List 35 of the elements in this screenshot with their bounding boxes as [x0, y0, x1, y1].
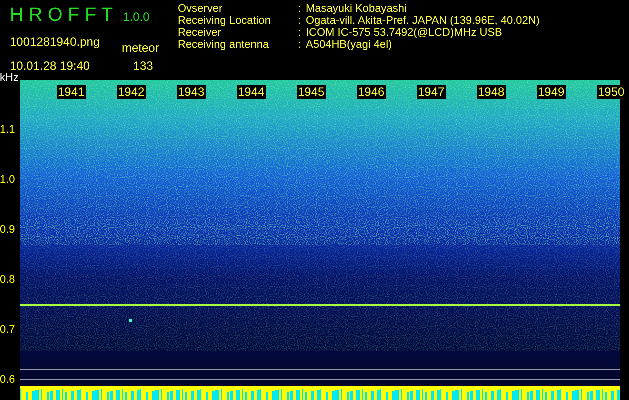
- info-value: Ogata-vill. Akita-Pref. JAPAN (139.96E, 40.02N): [306, 15, 540, 27]
- time-label: 1950: [597, 85, 626, 99]
- info-separator: :: [298, 15, 302, 27]
- filename-text: 1001281940.png: [10, 34, 102, 50]
- time-label: 1944: [237, 85, 266, 99]
- info-separator: :: [298, 3, 302, 15]
- info-label: Receiving antenna: [178, 39, 270, 51]
- datetime-text: 10.01.28 19:40: [10, 58, 92, 73]
- unit-label: kHz: [0, 72, 20, 84]
- info-label: Receiving Location: [178, 15, 272, 27]
- frequency-label: 1.1: [0, 122, 16, 138]
- frequency-label: 0.6: [0, 372, 16, 388]
- info-label: Ovserver: [178, 3, 224, 15]
- frequency-label: 0.7: [0, 322, 16, 338]
- time-label: 1949: [537, 85, 566, 99]
- info-value: A504HB(yagi 4el): [306, 39, 392, 51]
- info-value: ICOM IC-575 53.7492(@LCD)MHz USB: [306, 27, 502, 39]
- info-value: Masayuki Kobayashi: [306, 3, 407, 15]
- time-label: 1941: [57, 85, 86, 99]
- time-label: 1948: [477, 85, 506, 99]
- frequency-label: 1.0: [0, 172, 16, 188]
- info-separator: :: [298, 39, 302, 51]
- count-text: 133: [133, 58, 154, 74]
- time-label: 1943: [177, 85, 206, 99]
- frequency-label: 0.9: [0, 222, 16, 238]
- info-separator: :: [298, 27, 302, 39]
- detection-label: meteor: [122, 40, 160, 56]
- time-label: 1947: [417, 85, 446, 99]
- time-label: 1945: [297, 85, 326, 99]
- time-label: 1942: [117, 85, 146, 99]
- app-title: H R O F F T: [10, 4, 114, 28]
- time-label: 1946: [357, 85, 386, 99]
- info-label: Receiver: [178, 27, 222, 39]
- version-text: 1.0.0: [123, 9, 150, 26]
- frequency-label: 0.8: [0, 272, 16, 288]
